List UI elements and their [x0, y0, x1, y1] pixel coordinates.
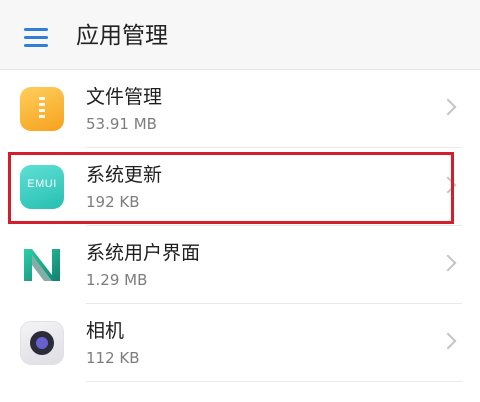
camera-icon: [20, 321, 64, 365]
app-list-item-system-ui[interactable]: 系统用户界面 1.29 MB: [0, 226, 480, 304]
app-list: 文件管理 53.91 MB EMUI 系统更新 192 KB 系统用户界面 1.…: [0, 70, 480, 382]
chevron-right-icon: [439, 98, 457, 116]
app-list-item-camera[interactable]: 相机 112 KB: [0, 304, 480, 382]
app-name: 文件管理: [86, 86, 163, 108]
app-name: 相机: [86, 320, 125, 342]
system-ui-icon: [20, 243, 64, 287]
divider: [86, 381, 462, 382]
app-size: 112 KB: [86, 349, 140, 367]
app-name: 系统用户界面: [86, 242, 201, 264]
app-bar: 应用管理: [0, 0, 480, 70]
chevron-right-icon: [439, 254, 457, 272]
app-list-item-files[interactable]: 文件管理 53.91 MB: [0, 70, 480, 148]
app-size: 53.91 MB: [86, 115, 157, 133]
files-icon: [20, 87, 64, 131]
app-size: 1.29 MB: [86, 271, 148, 289]
highlight-box: [8, 152, 454, 224]
hamburger-menu-icon[interactable]: [24, 28, 48, 48]
chevron-right-icon: [439, 332, 457, 350]
page-title: 应用管理: [76, 23, 168, 49]
